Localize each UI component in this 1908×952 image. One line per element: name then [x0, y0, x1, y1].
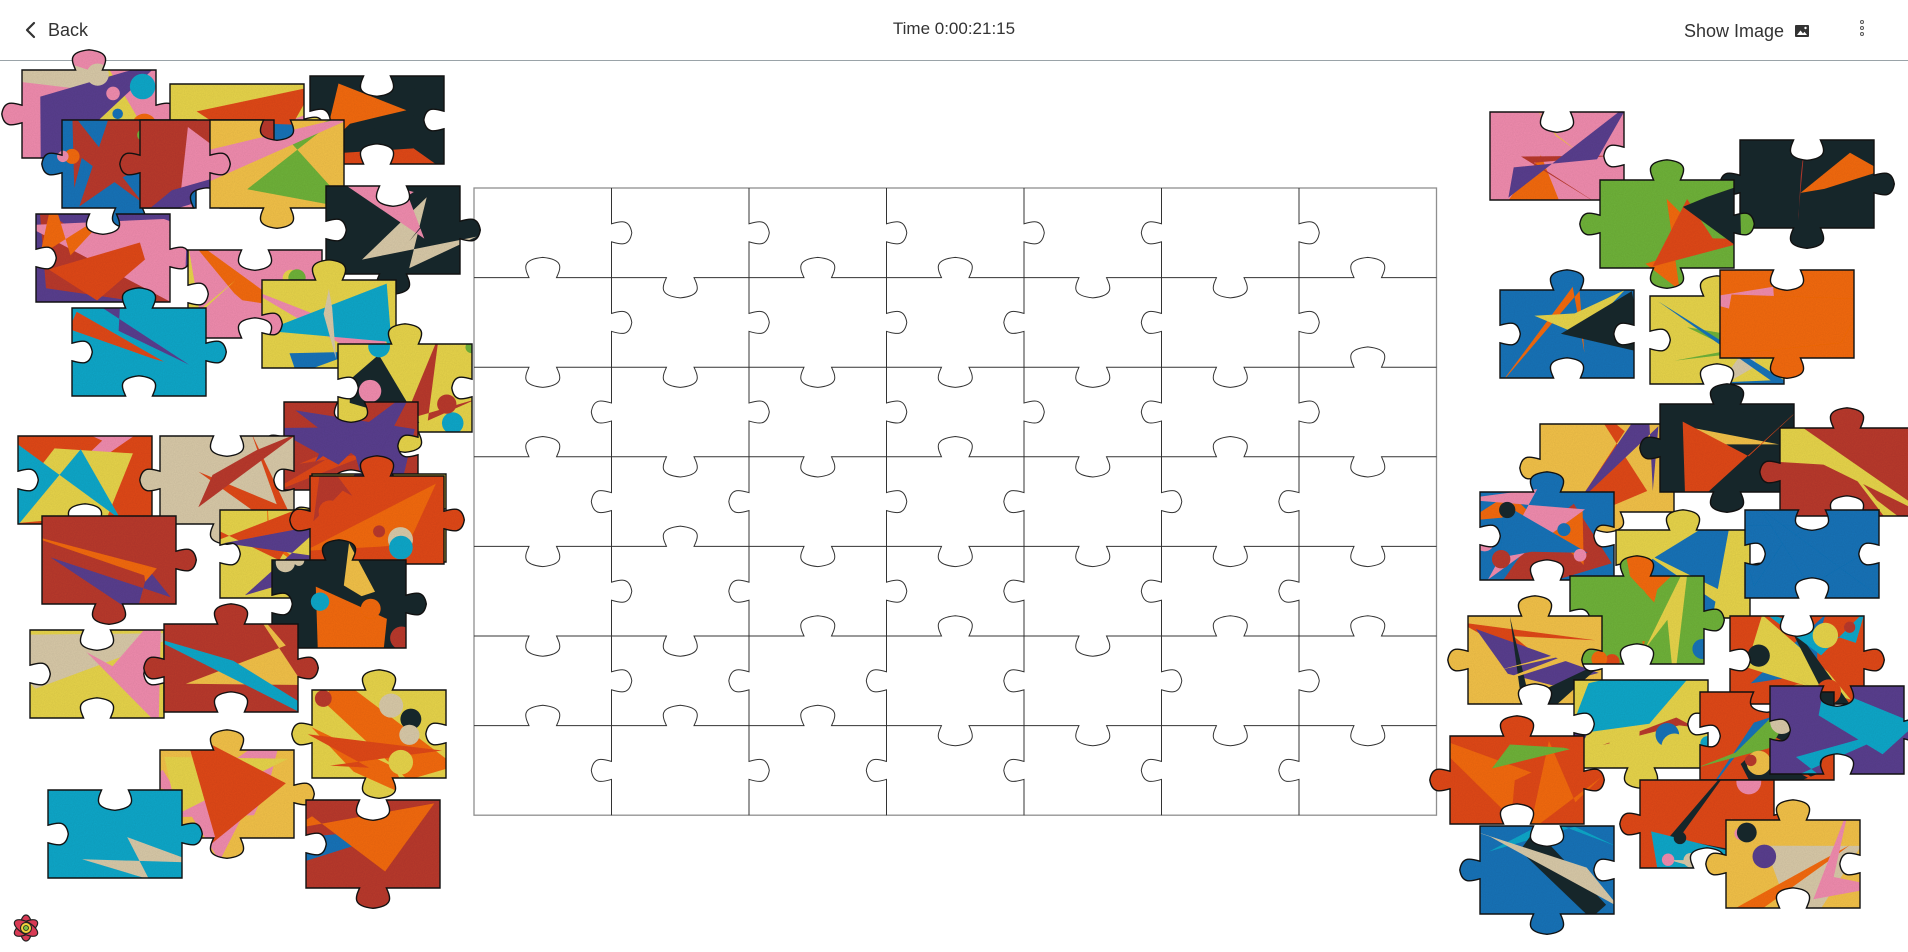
- board-outline: [473, 187, 1438, 816]
- puzzle-piece[interactable]: [1475, 265, 1659, 403]
- puzzle-piece[interactable]: [11, 189, 195, 327]
- puzzle-board[interactable]: [473, 187, 1438, 816]
- flower-logo-icon[interactable]: [6, 908, 46, 948]
- puzzle-scene: [1, 49, 1908, 936]
- puzzle-piece[interactable]: [287, 665, 471, 803]
